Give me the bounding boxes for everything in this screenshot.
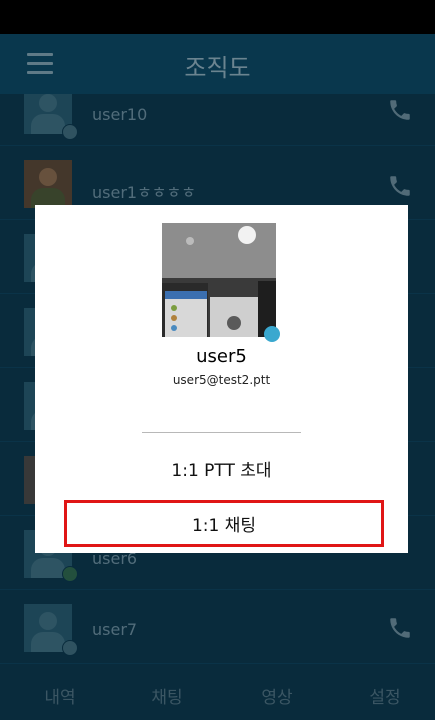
dialog-user-name: user5 — [196, 346, 247, 367]
dialog-user-email: user5@test2.ptt — [172, 373, 271, 387]
chat-button[interactable]: 1:1 채팅 — [64, 500, 384, 547]
divider — [142, 432, 301, 433]
ptt-invite-button[interactable]: 1:1 PTT 초대 — [35, 456, 408, 481]
status-bar — [0, 0, 435, 34]
online-indicator — [264, 326, 280, 342]
profile-photo — [162, 223, 276, 337]
